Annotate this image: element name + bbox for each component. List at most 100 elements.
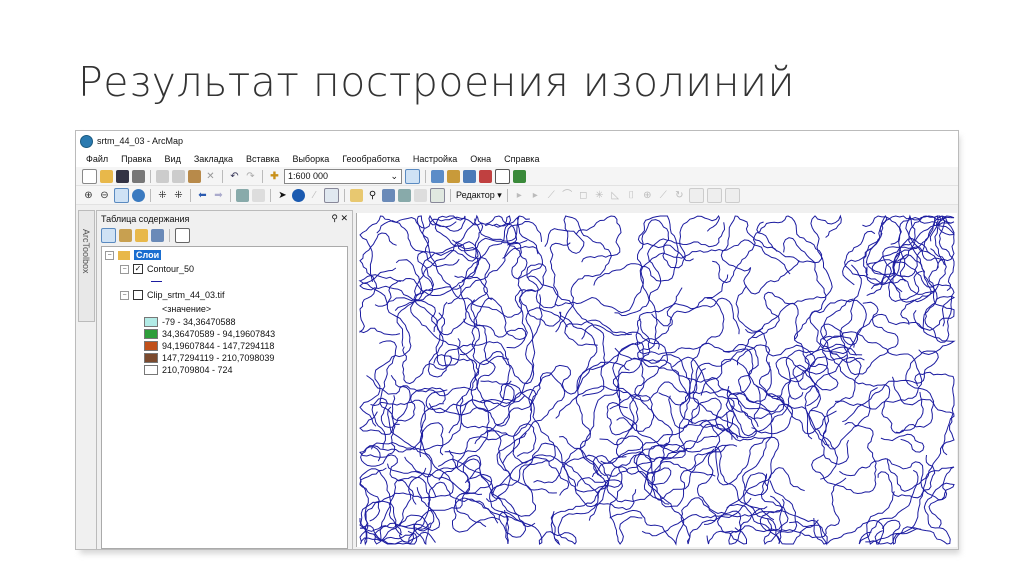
arctoolbox-tab[interactable]: ArcToolbox bbox=[78, 210, 95, 322]
forward-icon[interactable]: ➡ bbox=[212, 189, 225, 202]
edit-vertices-icon[interactable]: ◺ bbox=[609, 189, 622, 202]
layer-contour-checkbox[interactable]: ✓ bbox=[133, 264, 143, 274]
menu-edit[interactable]: Правка bbox=[121, 154, 151, 164]
search-window-icon[interactable] bbox=[463, 169, 476, 183]
new-icon[interactable] bbox=[82, 168, 97, 184]
menu-help[interactable]: Справка bbox=[504, 154, 539, 164]
menu-windows[interactable]: Окна bbox=[470, 154, 491, 164]
menu-selection[interactable]: Выборка bbox=[292, 154, 329, 164]
layer-contour-label: Contour_50 bbox=[147, 264, 195, 274]
editor-menu[interactable]: Редактор ▾ bbox=[456, 190, 502, 201]
reshape-icon[interactable]: ⌷ bbox=[625, 189, 638, 202]
fixed-zoom-in-icon[interactable]: ⁜ bbox=[156, 189, 169, 202]
create-features-icon[interactable] bbox=[724, 187, 740, 203]
contour-line bbox=[728, 397, 805, 497]
go-to-xy-icon[interactable] bbox=[398, 188, 411, 202]
measure-icon[interactable] bbox=[350, 188, 363, 202]
full-extent-icon[interactable] bbox=[132, 188, 145, 202]
clear-selection-icon[interactable] bbox=[252, 188, 265, 202]
contour-line bbox=[880, 433, 925, 453]
collapse-icon[interactable]: − bbox=[120, 264, 129, 274]
catalog-icon[interactable] bbox=[447, 169, 460, 183]
contour-line bbox=[752, 291, 799, 340]
separator bbox=[150, 169, 151, 183]
close-icon[interactable]: ✕ bbox=[340, 213, 348, 223]
layer-contour[interactable]: − ✓ Contour_50 bbox=[120, 264, 194, 274]
list-by-source-icon[interactable] bbox=[119, 228, 132, 242]
editor-toolbar-icon[interactable] bbox=[405, 168, 420, 184]
copy-icon[interactable] bbox=[172, 169, 185, 183]
split-icon[interactable]: ⟋ bbox=[657, 189, 670, 202]
point-icon[interactable]: ✳ bbox=[593, 189, 606, 202]
zoom-in-icon[interactable]: ⊕ bbox=[82, 189, 95, 202]
layers-group[interactable]: − Слои bbox=[105, 250, 162, 260]
map-view[interactable] bbox=[356, 213, 957, 547]
attributes-icon[interactable] bbox=[688, 187, 704, 203]
back-icon[interactable]: ⬅ bbox=[196, 189, 209, 202]
separator bbox=[190, 188, 191, 202]
open-icon[interactable] bbox=[100, 169, 113, 183]
straight-segment-icon[interactable]: ⟋ bbox=[545, 189, 558, 202]
contour-line bbox=[743, 260, 800, 295]
modelbuilder-icon[interactable] bbox=[513, 169, 526, 183]
trace-icon[interactable]: ◻ bbox=[577, 189, 590, 202]
collapse-icon[interactable]: − bbox=[120, 290, 129, 300]
legend-label: 34,36470589 - 94,19607843 bbox=[162, 329, 276, 339]
hyperlink-icon[interactable]: ⁄ bbox=[308, 189, 321, 202]
paste-icon[interactable] bbox=[188, 169, 201, 183]
arctoolbox-icon[interactable] bbox=[479, 169, 492, 183]
identify-icon[interactable] bbox=[292, 188, 305, 202]
menu-customize[interactable]: Настройка bbox=[413, 154, 457, 164]
value-label: <значение> bbox=[162, 304, 211, 314]
create-viewer-icon[interactable] bbox=[430, 187, 445, 203]
layer-raster-checkbox[interactable] bbox=[133, 290, 143, 300]
curve-icon[interactable]: ⌒ bbox=[561, 189, 574, 202]
legend-swatch bbox=[144, 365, 158, 375]
toc-toolbar bbox=[97, 226, 352, 244]
menu-view[interactable]: Вид bbox=[165, 154, 181, 164]
pan-icon[interactable] bbox=[114, 187, 129, 203]
find-icon[interactable]: ⚲ bbox=[366, 189, 379, 202]
time-slider-icon[interactable] bbox=[414, 188, 427, 202]
menu-insert[interactable]: Вставка bbox=[246, 154, 279, 164]
sketch-properties-icon[interactable] bbox=[706, 187, 722, 203]
separator bbox=[425, 169, 426, 183]
pin-icon[interactable]: ⚲ bbox=[331, 213, 338, 223]
separator bbox=[230, 188, 231, 202]
print-icon[interactable] bbox=[132, 169, 145, 183]
map-scale-value: 1:600 000 bbox=[288, 171, 329, 181]
cut-polygons-icon[interactable]: ⊕ bbox=[641, 189, 654, 202]
list-by-visibility-icon[interactable] bbox=[135, 228, 148, 242]
html-popup-icon[interactable] bbox=[324, 187, 339, 203]
python-window-icon[interactable] bbox=[495, 168, 510, 184]
map-scale-combo[interactable]: 1:600 000 ⌄ bbox=[284, 168, 402, 184]
undo-icon[interactable]: ↶ bbox=[228, 170, 241, 183]
legend-item: 210,709804 - 724 bbox=[144, 365, 233, 375]
rotate-icon[interactable]: ↻ bbox=[673, 189, 686, 202]
zoom-out-icon[interactable]: ⊖ bbox=[98, 189, 111, 202]
list-by-selection-icon[interactable] bbox=[151, 228, 164, 242]
redo-icon[interactable]: ↷ bbox=[244, 170, 257, 183]
options-icon[interactable] bbox=[175, 227, 190, 243]
edit-tool-icon[interactable]: ▸ bbox=[513, 189, 526, 202]
select-elements-icon[interactable]: ➤ bbox=[276, 189, 289, 202]
menu-file[interactable]: Файл bbox=[86, 154, 108, 164]
menu-bookmarks[interactable]: Закладка bbox=[194, 154, 233, 164]
fixed-zoom-out-icon[interactable]: ⁜ bbox=[172, 189, 185, 202]
contour-line bbox=[643, 423, 739, 501]
list-by-drawing-order-icon[interactable] bbox=[101, 227, 116, 243]
edit-annotation-icon[interactable]: ▸ bbox=[529, 189, 542, 202]
add-data-icon[interactable]: ✚ bbox=[268, 170, 281, 183]
legend-label: 94,19607844 - 147,7294118 bbox=[162, 341, 275, 351]
separator bbox=[506, 188, 508, 202]
select-features-icon[interactable] bbox=[236, 188, 249, 202]
arcmap-icon bbox=[80, 134, 93, 148]
delete-icon[interactable]: ✕ bbox=[204, 170, 217, 183]
toc-window-icon[interactable] bbox=[431, 169, 444, 183]
save-icon[interactable] bbox=[116, 169, 129, 183]
collapse-icon[interactable]: − bbox=[105, 250, 114, 260]
menu-geoprocessing[interactable]: Геообработка bbox=[342, 154, 400, 164]
cut-icon[interactable] bbox=[156, 169, 169, 183]
find-route-icon[interactable] bbox=[382, 188, 395, 202]
layer-raster[interactable]: − Clip_srtm_44_03.tif bbox=[120, 290, 225, 300]
